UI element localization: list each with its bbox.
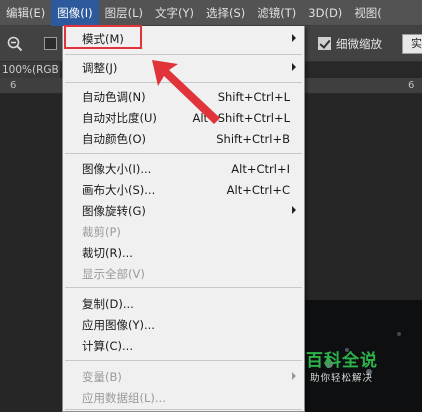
menu-item-label: 自动颜色(O) bbox=[82, 131, 147, 146]
menu-view[interactable]: 视图( bbox=[348, 0, 388, 26]
watermark: 百科全说 助你轻松解决 bbox=[288, 338, 398, 388]
document-tab[interactable]: 100%(RGB bbox=[0, 62, 60, 78]
menu-item-label: 计算(C)... bbox=[82, 338, 133, 353]
menu-separator bbox=[65, 153, 302, 154]
menu-item-label: 显示全部(V) bbox=[82, 266, 145, 281]
menu-item-label: 画布大小(S)... bbox=[82, 182, 156, 197]
menu-separator bbox=[65, 360, 302, 361]
ruler-tick: 6 bbox=[408, 80, 415, 91]
menu-item-variables[interactable]: 变量(B) bbox=[63, 366, 304, 387]
menu-item-label: 调整(J) bbox=[82, 60, 118, 75]
submenu-arrow-icon bbox=[292, 206, 296, 214]
menu-image[interactable]: 图像(I) bbox=[51, 0, 99, 26]
ruler-tick: 6 bbox=[10, 80, 17, 91]
menu-item-label: 自动色调(N) bbox=[82, 89, 146, 104]
menu-item-shortcut: Shift+Ctrl+B bbox=[216, 131, 290, 146]
menu-item-canvas-size[interactable]: 画布大小(S)... Alt+Ctrl+C bbox=[63, 179, 304, 200]
menu-item-label: 裁剪(P) bbox=[82, 224, 121, 239]
menu-item-shortcut: Shift+Ctrl+L bbox=[217, 89, 290, 104]
menu-type[interactable]: 文字(Y) bbox=[149, 0, 200, 26]
menu-item-auto-color[interactable]: 自动颜色(O) Shift+Ctrl+B bbox=[63, 128, 304, 149]
menu-item-label: 裁切(R)... bbox=[82, 245, 133, 260]
menu-edit[interactable]: 编辑(E) bbox=[0, 0, 51, 26]
menu-item-label: 复制(D)... bbox=[82, 296, 134, 311]
submenu-arrow-icon bbox=[292, 34, 296, 42]
watermark-subtitle: 助你轻松解决 bbox=[310, 373, 374, 384]
mode-highlight-box bbox=[64, 25, 142, 49]
scrubby-zoom-checkbox[interactable] bbox=[318, 37, 331, 50]
menu-3d[interactable]: 3D(D) bbox=[302, 0, 348, 26]
menu-bar: 编辑(E) 图像(I) 图层(L) 文字(Y) 选择(S) 滤镜(T) 3D(D… bbox=[0, 0, 422, 26]
menu-select[interactable]: 选择(S) bbox=[200, 0, 251, 26]
menu-item-trim[interactable]: 裁切(R)... bbox=[63, 242, 304, 263]
scrubby-zoom-label: 细微缩放 bbox=[336, 37, 382, 51]
option-checkbox[interactable] bbox=[44, 37, 57, 50]
menu-filter[interactable]: 滤镜(T) bbox=[251, 0, 302, 26]
actual-pixels-button[interactable]: 实 bbox=[402, 34, 422, 54]
menu-separator bbox=[65, 287, 302, 288]
menu-layer[interactable]: 图层(L) bbox=[99, 0, 149, 26]
submenu-arrow-icon bbox=[292, 63, 296, 71]
menu-item-apply-image[interactable]: 应用图像(Y)... bbox=[63, 314, 304, 335]
menu-item-calculations[interactable]: 计算(C)... bbox=[63, 335, 304, 356]
zoom-out-icon[interactable] bbox=[6, 35, 24, 53]
menu-item-label: 图像大小(I)... bbox=[82, 161, 152, 176]
watermark-title: 百科全说 bbox=[306, 351, 378, 371]
menu-item-apply-data-set[interactable]: 应用数据组(L)... bbox=[63, 387, 304, 408]
menu-item-reveal-all[interactable]: 显示全部(V) bbox=[63, 263, 304, 284]
menu-separator bbox=[65, 409, 302, 410]
menu-item-duplicate[interactable]: 复制(D)... bbox=[63, 293, 304, 314]
menu-item-label: 应用图像(Y)... bbox=[82, 317, 155, 332]
menu-item-image-size[interactable]: 图像大小(I)... Alt+Ctrl+I bbox=[63, 158, 304, 179]
menu-item-shortcut: Alt+Ctrl+C bbox=[226, 182, 290, 197]
menu-item-crop[interactable]: 裁剪(P) bbox=[63, 221, 304, 242]
menu-item-image-rotation[interactable]: 图像旋转(G) bbox=[63, 200, 304, 221]
annotation-arrow-icon bbox=[152, 60, 220, 124]
menu-item-label: 图像旋转(G) bbox=[82, 203, 146, 218]
menu-item-shortcut: Alt+Ctrl+I bbox=[231, 161, 290, 176]
menu-item-label: 变量(B) bbox=[82, 369, 122, 384]
menu-item-label: 应用数据组(L)... bbox=[82, 390, 166, 405]
